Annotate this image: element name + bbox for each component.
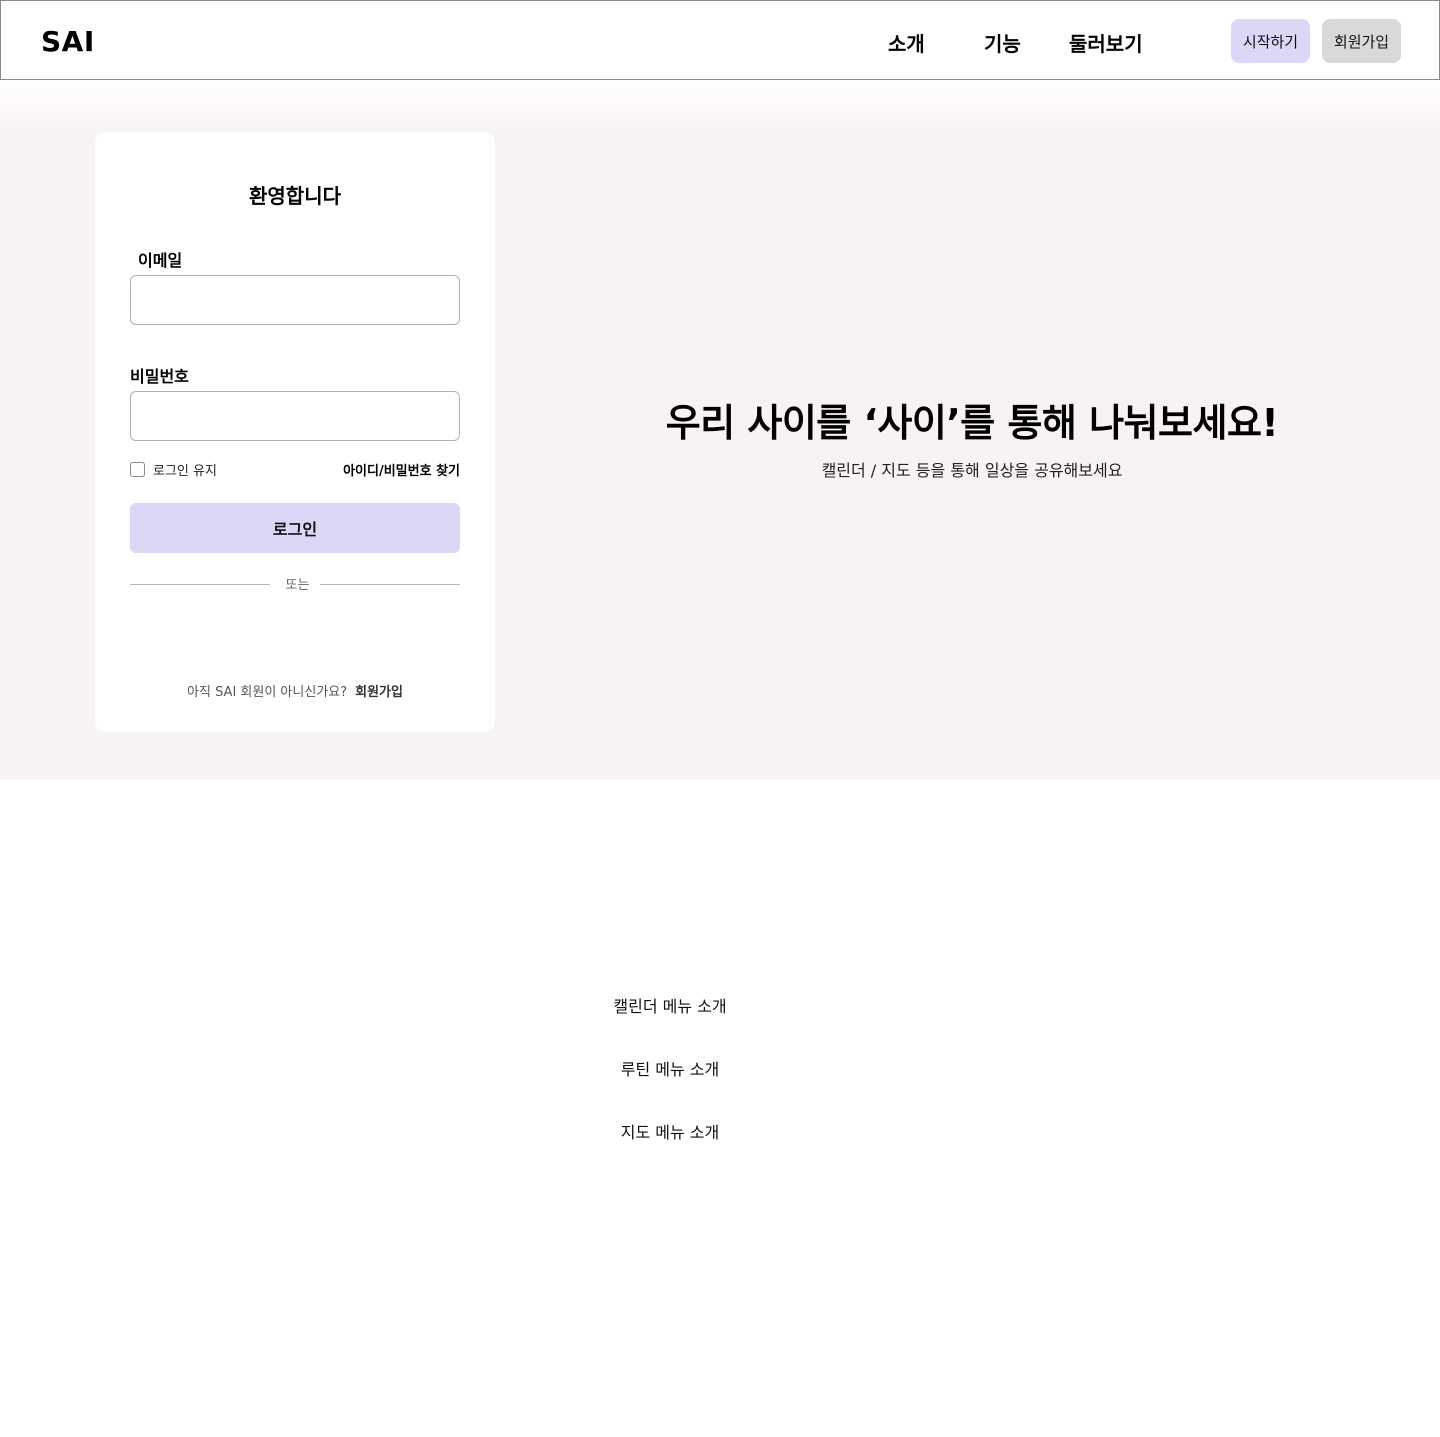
calendar-menu-intro-link[interactable]: 캘린더 메뉴 소개: [470, 993, 870, 1017]
divider-line-left: [130, 584, 270, 585]
routine-menu-intro-link[interactable]: 루틴 메뉴 소개: [470, 1056, 870, 1080]
divider-line-right: [320, 584, 460, 585]
signup-link[interactable]: 회원가입: [355, 685, 403, 700]
hero-subtitle: 캘린더 / 지도 등을 통해 일상을 공유해보세요: [821, 461, 1123, 480]
top-header: SAI 소개 기능 둘러보기 시작하기 회원가입: [0, 0, 1440, 80]
start-button[interactable]: 시작하기: [1231, 19, 1310, 63]
find-account-link[interactable]: 아이디/비밀번호 찾기: [343, 460, 460, 479]
signup-prompt-text: 아직 SAI 회원이 아니신가요?: [187, 685, 348, 700]
login-card: 환영합니다 이메일 비밀번호 로그인 유지 아이디/비밀번호 찾기 로그인 또는…: [95, 132, 495, 732]
email-label: 이메일: [138, 251, 183, 270]
login-title: 환영합니다: [249, 184, 341, 208]
logo[interactable]: SAI: [41, 25, 95, 58]
login-button[interactable]: 로그인: [130, 503, 460, 553]
password-field[interactable]: [130, 391, 460, 441]
divider-text: 또는: [285, 578, 310, 593]
email-field[interactable]: [130, 275, 460, 325]
remember-label: 로그인 유지: [153, 464, 217, 479]
hero-title: 우리 사이를 ‘사이’를 통해 나눠보세요!: [665, 401, 1279, 445]
signup-prompt: 아직 SAI 회원이 아니신가요? 회원가입: [95, 681, 495, 700]
password-label: 비밀번호: [130, 367, 189, 386]
nav-explore[interactable]: 둘러보기: [1069, 28, 1143, 57]
nav-about[interactable]: 소개: [888, 28, 925, 57]
nav-features[interactable]: 기능: [984, 28, 1021, 57]
map-menu-intro-link[interactable]: 지도 메뉴 소개: [470, 1119, 870, 1143]
remember-login: 로그인 유지: [130, 460, 217, 479]
remember-checkbox[interactable]: [130, 462, 145, 477]
header-signup-button[interactable]: 회원가입: [1322, 19, 1401, 63]
hero-section: 환영합니다 이메일 비밀번호 로그인 유지 아이디/비밀번호 찾기 로그인 또는…: [0, 80, 1440, 780]
